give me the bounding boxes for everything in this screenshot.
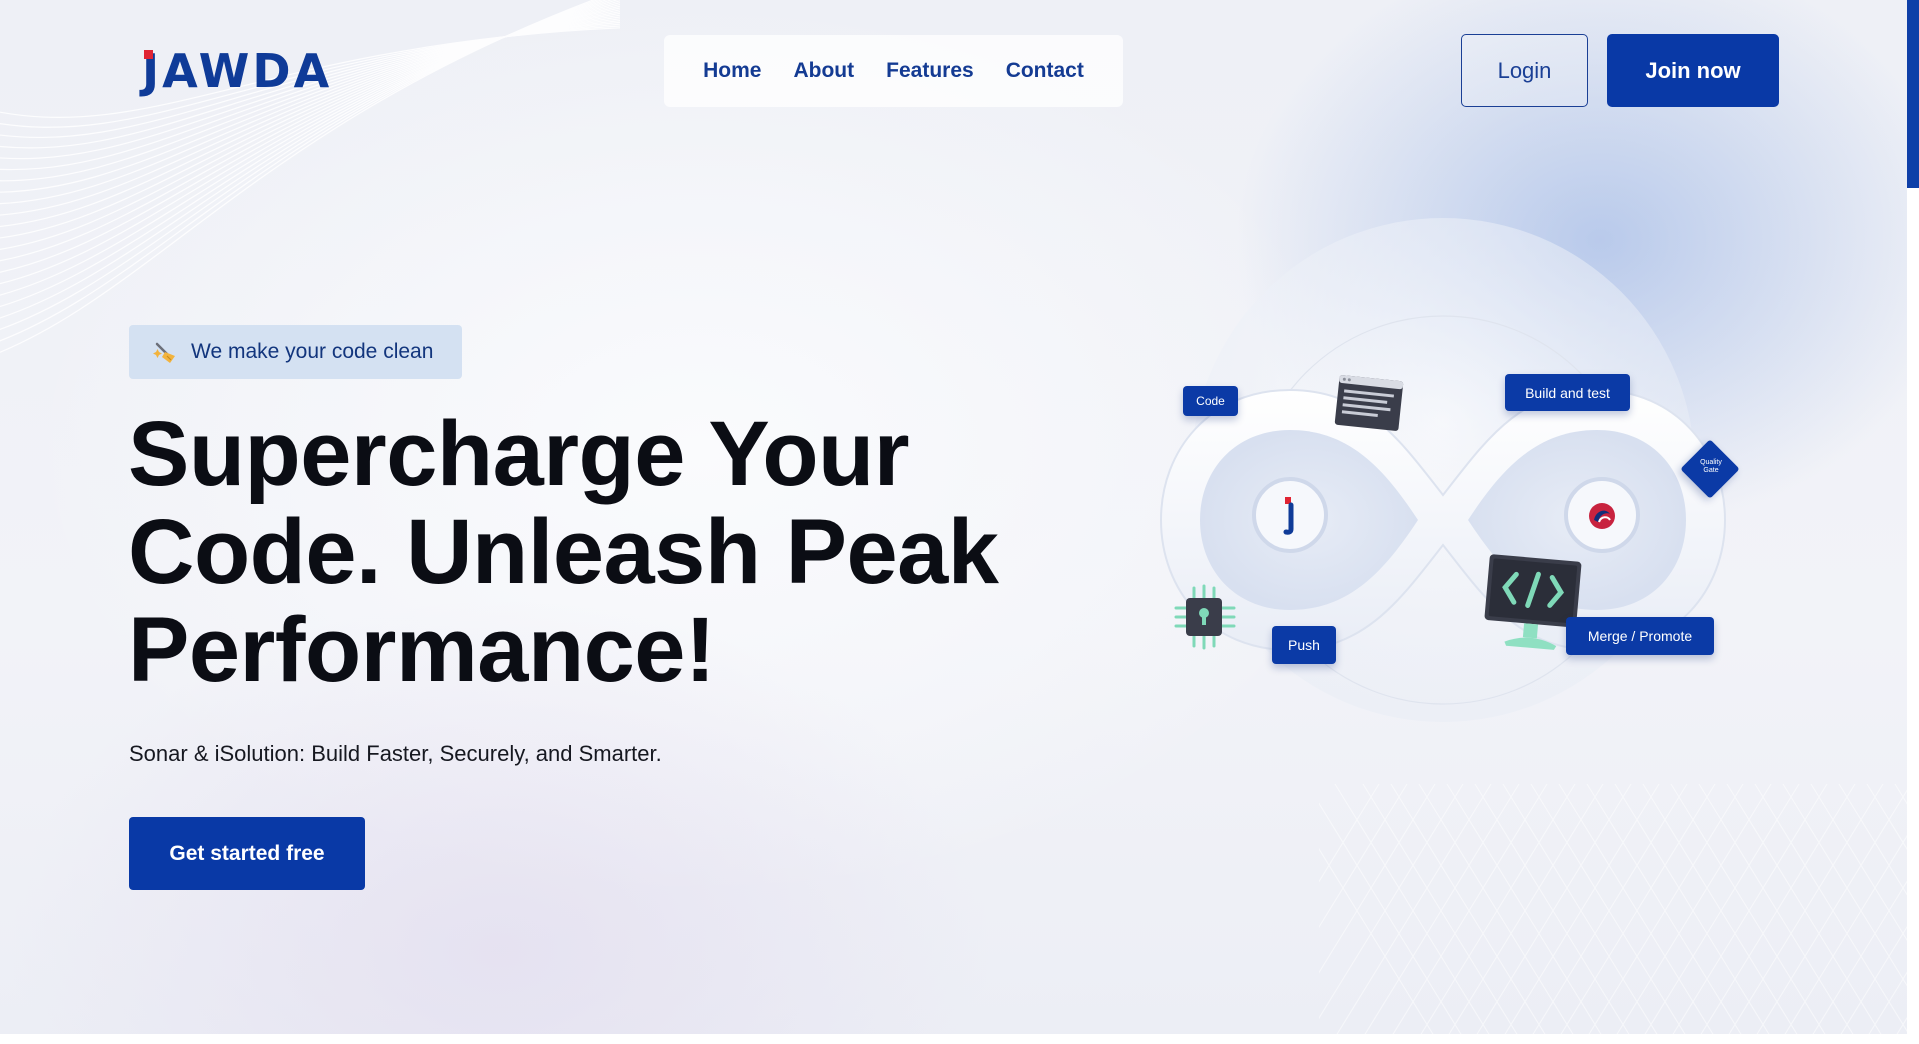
hero-title: Supercharge Your Code. Unleash Peak Perf… — [128, 405, 1028, 699]
isolution-logo-icon — [1283, 497, 1294, 535]
main-nav: Home About Features Contact — [664, 35, 1123, 107]
devops-infinity-illustration: Code Build and test Push Merge / Promote… — [1100, 200, 1800, 800]
nav-about[interactable]: About — [793, 59, 854, 83]
chip-lock-icon — [1174, 584, 1236, 650]
page-bottom-edge — [0, 1034, 1919, 1044]
jawda-logo[interactable]: JAWDA — [142, 48, 332, 94]
quality-gate-line: Gate — [1703, 467, 1719, 474]
tag-merge-promote: Merge / Promote — [1566, 617, 1714, 655]
quality-gate-label: Quality Gate — [1690, 459, 1732, 475]
nav-features[interactable]: Features — [886, 59, 974, 83]
nav-home[interactable]: Home — [703, 59, 761, 83]
infinity-loop-graphic — [1159, 218, 1727, 722]
badge-text: We make your code clean — [191, 340, 434, 363]
tag-push: Push — [1272, 626, 1336, 664]
hero-subtitle: Sonar & iSolution: Build Faster, Securel… — [129, 741, 662, 766]
tag-code: Code — [1183, 386, 1238, 416]
terminal-window-icon — [1334, 375, 1404, 431]
hero-title-line: Supercharge Your — [128, 403, 910, 505]
hero-title-line: Performance! — [128, 599, 716, 701]
decorative-mesh — [1319, 784, 1919, 1044]
get-started-button[interactable]: Get started free — [129, 817, 365, 890]
hero-title-line: Code. Unleash Peak — [128, 501, 999, 603]
tagline-badge: We make your code clean — [129, 325, 462, 379]
tag-build-and-test: Build and test — [1505, 374, 1630, 411]
logo-text: JAWDA — [142, 44, 333, 98]
nav-contact[interactable]: Contact — [1006, 59, 1084, 83]
join-now-button[interactable]: Join now — [1607, 34, 1779, 107]
scrollbar-thumb[interactable] — [1907, 0, 1919, 188]
broom-sparkle-icon — [153, 342, 175, 363]
landing-page: JAWDA Home About Features Contact Login … — [0, 0, 1919, 1044]
quality-gate-line: Quality — [1700, 459, 1722, 466]
logo-accent-mark — [144, 50, 153, 59]
login-button[interactable]: Login — [1461, 34, 1588, 107]
scrollbar-track[interactable] — [1907, 188, 1919, 1044]
sonar-logo-icon — [1589, 503, 1615, 529]
